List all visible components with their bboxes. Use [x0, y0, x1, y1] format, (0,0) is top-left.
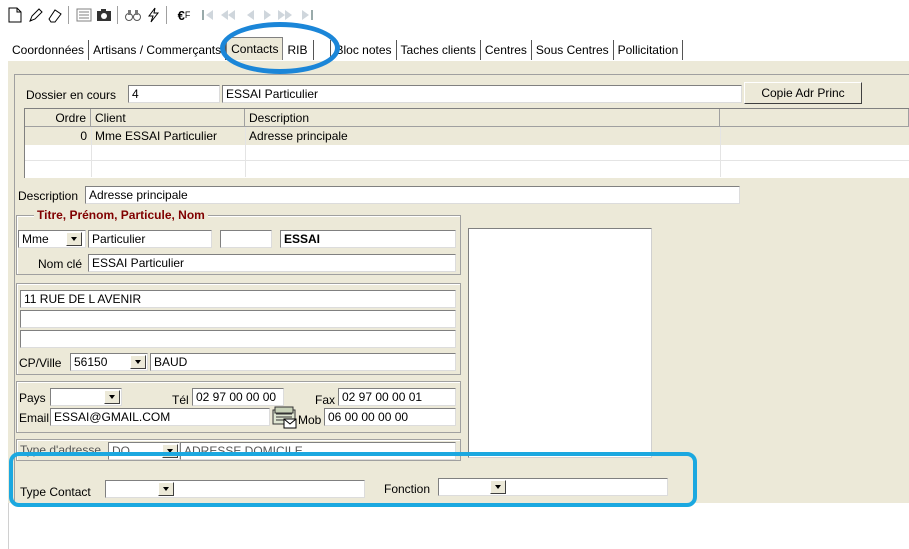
right-side-panel [468, 228, 652, 458]
list-icon[interactable] [75, 6, 93, 24]
identity-legend: Titre, Prénom, Particule, Nom [34, 207, 208, 223]
city-field[interactable]: BAUD [150, 353, 456, 371]
grid-header-empty [720, 109, 909, 127]
mobile-field[interactable]: 06 00 00 00 00 [324, 408, 456, 426]
grid-header-client[interactable]: Client [91, 109, 245, 127]
send-email-icon[interactable] [272, 405, 298, 429]
grid-header-ordre[interactable]: Ordre [25, 109, 91, 127]
grid-col-line-1 [91, 127, 92, 177]
keyname-label: Nom clé [38, 257, 83, 271]
grid-empty-row [25, 145, 909, 161]
fax-label: Fax [315, 393, 336, 407]
particle-field[interactable] [220, 230, 272, 248]
title-dropdown-button[interactable] [66, 232, 82, 246]
pencil-icon[interactable] [26, 6, 44, 24]
camera-icon[interactable] [95, 6, 113, 24]
euro-icon[interactable]: € F [172, 6, 196, 24]
last-record-icon[interactable] [298, 6, 316, 24]
address-line1-field[interactable]: 11 RUE DE L AVENIR [20, 290, 456, 308]
grid-col-line-3 [720, 127, 721, 177]
country-label: Pays [19, 391, 46, 405]
postal-code-value: 56150 [74, 355, 108, 369]
annotation-highlight-contacts-tab [220, 22, 340, 74]
tab-sous-centres[interactable]: Sous Centres [532, 40, 614, 60]
tel-label: Tél [172, 393, 189, 407]
tab-taches-clients[interactable]: Taches clients [397, 40, 481, 60]
lastname-field[interactable]: ESSAI [280, 230, 456, 248]
first-record-icon[interactable] [199, 6, 217, 24]
new-document-icon[interactable] [6, 6, 24, 24]
lightning-icon[interactable] [144, 6, 162, 24]
tab-bar: Coordonnées Artisans / Commerçants Conta… [8, 37, 684, 60]
grid-cell-description: Adresse principale [249, 129, 348, 143]
toolbar: € F [0, 0, 909, 32]
firstname-field[interactable]: Particulier [88, 230, 212, 248]
address-line3-field[interactable] [20, 330, 456, 348]
tab-pollicitation[interactable]: Pollicitation [614, 40, 684, 60]
tab-coordonnees[interactable]: Coordonnées [8, 40, 90, 60]
table-row[interactable]: 0 Mme ESSAI Particulier Adresse principa… [25, 127, 909, 145]
previous-page-icon[interactable] [219, 6, 237, 24]
copy-address-button-label: Copie Adr Princ [761, 86, 845, 100]
grid-col-line-2 [245, 127, 246, 177]
tab-bloc-notes[interactable]: Bloc notes [331, 40, 397, 60]
lower-white-area [8, 503, 909, 549]
country-dropdown-button[interactable] [104, 390, 120, 404]
dossier-label: Dossier en cours [26, 88, 117, 102]
dossier-name-field[interactable]: ESSAI Particulier [222, 85, 742, 103]
tel-field[interactable]: 02 97 00 00 00 [192, 388, 284, 406]
grid-cell-client: Mme ESSAI Particulier [95, 129, 218, 143]
cp-ville-label: CP/Ville [19, 356, 62, 370]
annotation-highlight-type-contact-row [9, 452, 697, 507]
description-field[interactable]: Adresse principale [85, 186, 740, 204]
tab-artisans-commercants[interactable]: Artisans / Commerçants [89, 40, 227, 60]
email-label: Email [19, 411, 50, 425]
title-select-value: Mme [22, 232, 49, 246]
postal-code-dropdown-button[interactable] [130, 355, 146, 369]
keyname-field[interactable]: ESSAI Particulier [88, 254, 456, 272]
tab-centres[interactable]: Centres [481, 40, 532, 60]
binoculars-icon[interactable] [124, 6, 142, 24]
dossier-number-field[interactable]: 4 [128, 85, 220, 103]
email-field[interactable]: ESSAI@GMAIL.COM [50, 408, 270, 426]
mob-label: Mob [298, 413, 322, 427]
grid-header-description[interactable]: Description [245, 109, 720, 127]
address-line2-field[interactable] [20, 310, 456, 328]
fax-field[interactable]: 02 97 00 00 01 [338, 388, 456, 406]
copy-address-button[interactable]: Copie Adr Princ [744, 82, 862, 104]
eraser-icon[interactable] [46, 6, 64, 24]
previous-record-icon[interactable] [241, 6, 259, 24]
description-label: Description [18, 189, 79, 203]
grid-cell-ordre: 0 [80, 129, 87, 143]
